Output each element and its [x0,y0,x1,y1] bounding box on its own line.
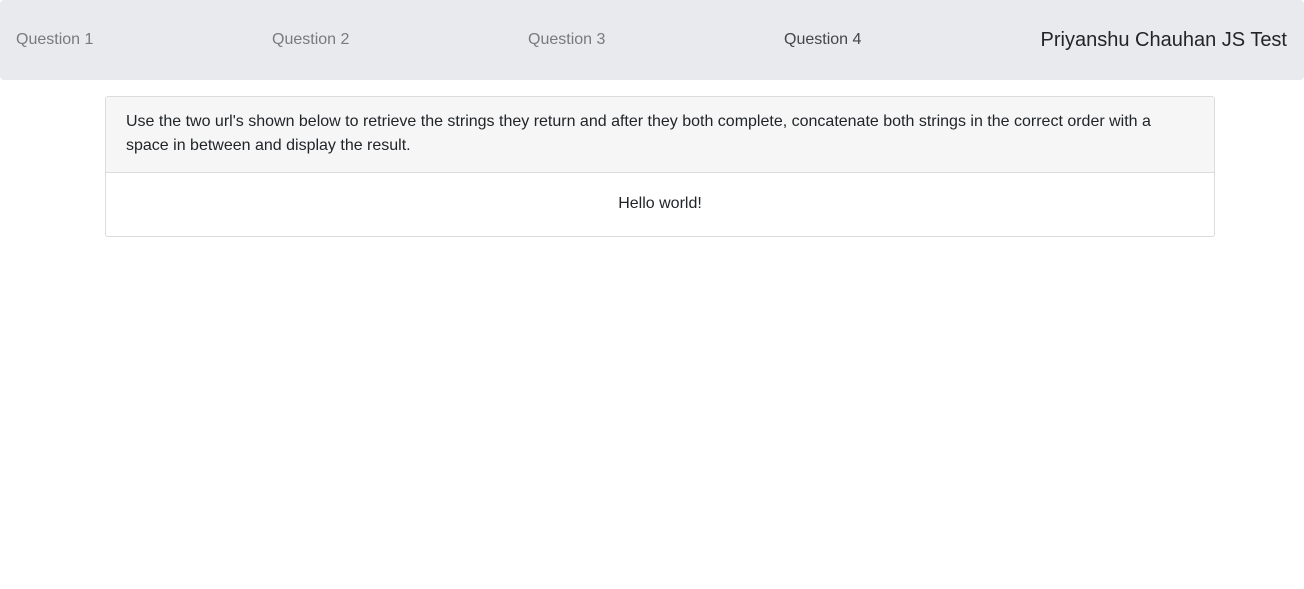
navbar: Question 1 Question 2 Question 3 Questio… [0,0,1304,80]
nav-question-1[interactable]: Question 1 [16,31,93,49]
brand-title[interactable]: Priyanshu Chauhan JS Test [1041,29,1287,52]
nav-question-2[interactable]: Question 2 [272,31,349,49]
nav-question-4[interactable]: Question 4 [784,31,861,49]
question-instructions: Use the two url's shown below to retriev… [106,97,1214,173]
result-text: Hello world! [618,195,702,212]
nav-question-3[interactable]: Question 3 [528,31,605,49]
question-card: Use the two url's shown below to retriev… [105,96,1215,237]
